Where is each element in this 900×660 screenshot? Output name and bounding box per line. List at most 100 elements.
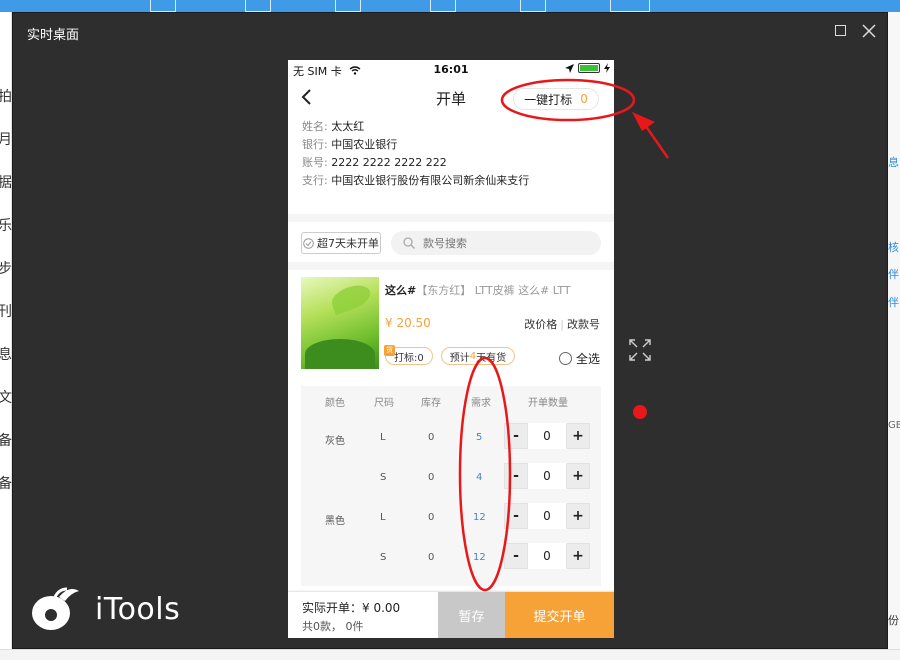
background-glyph: 伴 xyxy=(888,296,899,309)
filter-label: 超7天未开单 xyxy=(317,237,379,250)
background-toolbar-icon xyxy=(335,0,361,12)
increment-button[interactable]: + xyxy=(566,543,590,569)
select-all-radio[interactable] xyxy=(558,352,572,365)
product-tags: 货 打标:0 预计 4 天有货 xyxy=(384,345,516,365)
submit-order-button[interactable]: 提交开单 xyxy=(505,592,614,638)
column-header-demand: 需求 xyxy=(471,398,491,409)
quick-tag-label: 一键打标 xyxy=(524,92,573,107)
edit-code-link[interactable]: 改款号 xyxy=(567,318,600,331)
check-circle-icon xyxy=(303,237,314,249)
table-cell-size: L xyxy=(380,432,386,443)
increment-button[interactable]: + xyxy=(566,423,590,449)
table-cell-demand: 12 xyxy=(473,512,486,523)
background-toolbar-icon xyxy=(245,0,271,12)
info-label: 支行: xyxy=(302,174,328,187)
quantity-value[interactable]: 0 xyxy=(528,423,566,449)
quantity-value[interactable]: 0 xyxy=(528,503,566,529)
eta-tag: 预计 4 天有货 xyxy=(440,347,516,365)
status-right xyxy=(565,63,610,73)
product-image[interactable] xyxy=(301,277,379,369)
table-cell-color: 灰色 xyxy=(325,436,345,447)
table-cell-stock: 0 xyxy=(428,512,435,523)
actual-order-value: ¥ 0.00 xyxy=(362,601,401,615)
column-header-color: 颜色 xyxy=(325,398,345,409)
background-glyph: 据 xyxy=(0,175,12,191)
decrement-button[interactable]: - xyxy=(504,543,528,569)
mark-count-tag[interactable]: 货 打标:0 xyxy=(384,345,433,365)
fullscreen-expand-icon[interactable] xyxy=(629,339,651,361)
battery-icon xyxy=(578,63,600,73)
info-label: 姓名: xyxy=(302,120,328,133)
info-row-bank: 银行: 中国农业银行 xyxy=(302,136,397,152)
location-icon xyxy=(565,63,574,73)
table-cell-stock: 0 xyxy=(428,552,435,563)
phone-screen: 无 SIM 卡 16:01 开单 一键打标 0 姓名: 太太红 银行: 中国农业… xyxy=(288,60,614,638)
product-name: 这么#【东方红】 LTT皮裤 这么# LTT xyxy=(385,282,571,298)
decrement-button[interactable]: - xyxy=(504,503,528,529)
background-glyph: 月 xyxy=(0,132,12,148)
close-button[interactable] xyxy=(861,23,877,39)
info-value: 太太红 xyxy=(331,120,365,133)
table-cell-size: L xyxy=(380,512,386,523)
live-desktop-window: 实时桌面 iTools 无 SIM 卡 16:01 开单 一键打标 0 姓名: … xyxy=(12,12,888,649)
edit-price-link[interactable]: 改价格 xyxy=(524,318,557,331)
table-cell-demand: 5 xyxy=(476,432,483,443)
save-draft-button[interactable]: 暂存 xyxy=(438,592,505,638)
eta-prefix: 预计 xyxy=(449,352,470,364)
background-glyph: 拍 xyxy=(0,89,12,105)
eta-suffix: 天有货 xyxy=(476,352,507,364)
product-links: 改价格 | 改款号 xyxy=(524,318,600,331)
background-glyph: 步 xyxy=(0,261,12,277)
order-footer: 实际开单：¥ 0.00 共0款， 0件 暂存 提交开单 xyxy=(288,591,614,638)
info-label: 银行: xyxy=(302,138,328,151)
increment-button[interactable]: + xyxy=(566,503,590,529)
background-glyph: GB xyxy=(888,420,900,431)
select-all-toggle[interactable]: 全选 xyxy=(558,350,600,367)
info-value: 2222 2222 2222 222 xyxy=(331,156,447,169)
background-toolbar-icon xyxy=(520,0,546,12)
background-glyph: 备 xyxy=(0,433,12,449)
info-row-account: 账号: 2222 2222 2222 222 xyxy=(302,154,447,170)
quantity-value[interactable]: 0 xyxy=(528,543,566,569)
search-box[interactable] xyxy=(391,231,601,255)
column-header-size: 尺码 xyxy=(374,398,394,409)
maximize-button[interactable] xyxy=(833,23,849,39)
product-desc: 【东方红】 LTT皮裤 这么# LTT xyxy=(416,284,571,297)
account-info: 姓名: 太太红 银行: 中国农业银行 账号: 2222 2222 2222 22… xyxy=(288,118,614,214)
quantity-value[interactable]: 0 xyxy=(528,463,566,489)
background-glyph: 乐 xyxy=(0,218,12,234)
background-glyph: 核 xyxy=(888,241,899,254)
column-header-quantity: 开单数量 xyxy=(528,398,568,409)
mark-count-label: 打标:0 xyxy=(394,352,424,364)
close-icon xyxy=(862,24,876,38)
table-cell-demand: 4 xyxy=(476,472,483,483)
select-all-label: 全选 xyxy=(575,352,600,366)
info-row-name: 姓名: 太太红 xyxy=(302,118,364,134)
order-summary: 共0款， 0件 xyxy=(302,620,364,633)
increment-button[interactable]: + xyxy=(566,463,590,489)
actual-order-total: 实际开单：¥ 0.00 xyxy=(302,599,400,616)
charging-icon xyxy=(604,63,610,73)
window-titlebar[interactable]: 实时桌面 xyxy=(13,13,887,51)
background-app-toolbar xyxy=(0,0,900,12)
goods-badge-icon: 货 xyxy=(384,345,395,356)
quantity-stepper: - 0 + xyxy=(504,543,590,569)
quick-tag-button[interactable]: 一键打标 0 xyxy=(513,88,599,110)
decrement-button[interactable]: - xyxy=(504,423,528,449)
search-input[interactable] xyxy=(423,236,583,250)
quantity-stepper: - 0 + xyxy=(504,503,590,529)
info-value: 中国农业银行 xyxy=(331,138,398,151)
status-bar: 无 SIM 卡 16:01 xyxy=(288,60,614,80)
quantity-stepper: - 0 + xyxy=(504,423,590,449)
over-7-days-filter[interactable]: 超7天未开单 xyxy=(301,232,381,254)
info-row-branch: 支行: 中国农业银行股份有限公司新余仙来支行 xyxy=(302,172,529,188)
itools-logo-icon xyxy=(32,587,79,630)
table-cell-color: 黑色 xyxy=(325,516,345,527)
actual-order-label: 实际开单： xyxy=(302,601,363,615)
record-indicator-dot xyxy=(633,405,647,419)
background-glyph: 伴 xyxy=(888,268,899,281)
table-cell-stock: 0 xyxy=(428,432,435,443)
product-code: 这么# xyxy=(385,284,417,297)
background-sidebar: 拍 月 据 乐 步 刊 息 文 备 备 xyxy=(0,12,12,660)
decrement-button[interactable]: - xyxy=(504,463,528,489)
